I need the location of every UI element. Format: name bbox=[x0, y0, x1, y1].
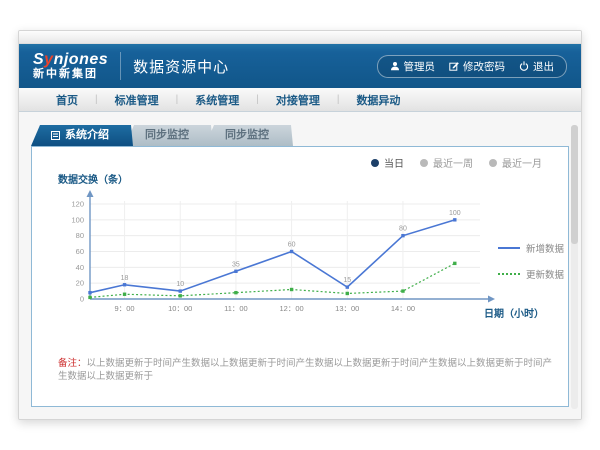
change-password-button[interactable]: 修改密码 bbox=[449, 59, 505, 74]
content-panel: 当日 最近一周 最近一月 数据交换（条） 0 20 40 60 80 100 120 9：00… bbox=[31, 146, 569, 407]
header: Synjones 新中新集团 数据资源中心 管理员 修改密码 bbox=[19, 44, 581, 88]
tab-sync-monitor-2[interactable]: 同步监控 bbox=[205, 125, 293, 146]
svg-text:9：00: 9：00 bbox=[115, 304, 135, 313]
radio-label: 最近一周 bbox=[433, 155, 473, 170]
app-window: Synjones 新中新集团 数据资源中心 管理员 修改密码 bbox=[18, 30, 582, 420]
footer-note: 备注：以上数据更新于时间产生数据以上数据更新于时间产生数据以上数据更新于时间产生… bbox=[58, 357, 556, 384]
tab-system-intro[interactable]: 系统介绍 bbox=[31, 125, 133, 146]
scrollbar[interactable] bbox=[571, 125, 578, 409]
svg-text:13：00: 13：00 bbox=[335, 304, 359, 313]
radio-group: 当日 最近一周 最近一月 bbox=[371, 155, 542, 170]
logo-accent-letter: y bbox=[44, 51, 53, 68]
radio-icon bbox=[371, 159, 379, 167]
document-icon bbox=[51, 131, 60, 140]
radio-icon bbox=[420, 159, 428, 167]
nav-item-home[interactable]: 首页 bbox=[39, 92, 95, 108]
svg-text:35: 35 bbox=[232, 261, 240, 268]
radio-label: 当日 bbox=[384, 155, 404, 170]
svg-text:14：00: 14：00 bbox=[391, 304, 415, 313]
admin-user-label: 管理员 bbox=[404, 59, 436, 74]
radio-icon bbox=[489, 159, 497, 167]
svg-text:18: 18 bbox=[121, 275, 129, 282]
svg-text:15: 15 bbox=[343, 277, 351, 284]
svg-text:60: 60 bbox=[76, 247, 84, 256]
tab-sync-monitor-1[interactable]: 同步监控 bbox=[125, 125, 213, 146]
line-chart: 0 20 40 60 80 100 120 9：00 10：00 11：00 12：00 13：00 1… bbox=[40, 187, 510, 337]
logo: Synjones 新中新集团 bbox=[33, 52, 108, 80]
legend-label: 新增数据 bbox=[526, 241, 564, 255]
logo-subtitle: 新中新集团 bbox=[33, 69, 108, 81]
window-chrome bbox=[19, 31, 581, 44]
legend-item-new-data: 新增数据 bbox=[498, 241, 564, 255]
change-password-label: 修改密码 bbox=[463, 59, 505, 74]
tab-label: 同步监控 bbox=[225, 125, 269, 146]
svg-text:120: 120 bbox=[71, 200, 84, 209]
header-divider bbox=[120, 52, 121, 80]
svg-text:60: 60 bbox=[288, 242, 296, 249]
edit-icon bbox=[449, 61, 459, 71]
svg-text:80: 80 bbox=[76, 231, 84, 240]
admin-user-button[interactable]: 管理员 bbox=[390, 59, 436, 74]
svg-text:0: 0 bbox=[80, 295, 84, 304]
logout-button[interactable]: 退出 bbox=[519, 59, 554, 74]
tab-label: 同步监控 bbox=[145, 125, 189, 146]
app-title: 数据资源中心 bbox=[133, 56, 229, 77]
chart-legend: 新增数据 更新数据 bbox=[498, 241, 564, 281]
note-prefix: 备注： bbox=[58, 358, 87, 369]
logout-icon bbox=[519, 61, 529, 71]
content-area: 系统介绍 同步监控 同步监控 当日 最近一周 bbox=[19, 112, 581, 419]
logout-label: 退出 bbox=[533, 59, 554, 74]
note-text: 以上数据更新于时间产生数据以上数据更新于时间产生数据以上数据更新于时间产生数据以… bbox=[58, 358, 552, 382]
svg-text:10: 10 bbox=[176, 281, 184, 288]
user-icon bbox=[390, 61, 400, 71]
nav-item-data-changes[interactable]: 数据异动 bbox=[339, 92, 417, 108]
svg-text:100: 100 bbox=[71, 215, 84, 224]
legend-item-updated-data: 更新数据 bbox=[498, 267, 564, 281]
y-axis-label: 数据交换（条） bbox=[58, 171, 128, 186]
scrollbar-thumb[interactable] bbox=[571, 125, 578, 244]
main-nav: 首页 | 标准管理 | 系统管理 | 对接管理 | 数据异动 bbox=[19, 88, 581, 112]
tab-bar: 系统介绍 同步监控 同步监控 bbox=[31, 125, 293, 146]
svg-text:11：00: 11：00 bbox=[224, 304, 248, 313]
radio-last-week[interactable]: 最近一周 bbox=[420, 155, 473, 170]
tab-label: 系统介绍 bbox=[65, 125, 109, 146]
svg-text:100: 100 bbox=[449, 210, 461, 217]
logo-wordmark: Synjones bbox=[33, 52, 108, 69]
x-axis-label: 日期（小时） bbox=[484, 305, 544, 320]
svg-text:12：00: 12：00 bbox=[280, 304, 304, 313]
legend-label: 更新数据 bbox=[526, 267, 564, 281]
svg-text:10：00: 10：00 bbox=[168, 304, 192, 313]
svg-text:40: 40 bbox=[76, 263, 84, 272]
screen: Synjones 新中新集团 数据资源中心 管理员 修改密码 bbox=[0, 0, 600, 450]
radio-label: 最近一月 bbox=[502, 155, 542, 170]
svg-text:80: 80 bbox=[399, 226, 407, 233]
user-menu: 管理员 修改密码 退出 bbox=[377, 55, 568, 78]
legend-swatch-new bbox=[498, 247, 520, 249]
radio-last-month[interactable]: 最近一月 bbox=[489, 155, 542, 170]
nav-item-docking-management[interactable]: 对接管理 bbox=[259, 92, 337, 108]
nav-item-system-management[interactable]: 系统管理 bbox=[178, 92, 256, 108]
radio-today[interactable]: 当日 bbox=[371, 155, 404, 170]
nav-item-standard-management[interactable]: 标准管理 bbox=[98, 92, 176, 108]
svg-text:20: 20 bbox=[76, 279, 84, 288]
legend-swatch-updated bbox=[498, 273, 520, 275]
